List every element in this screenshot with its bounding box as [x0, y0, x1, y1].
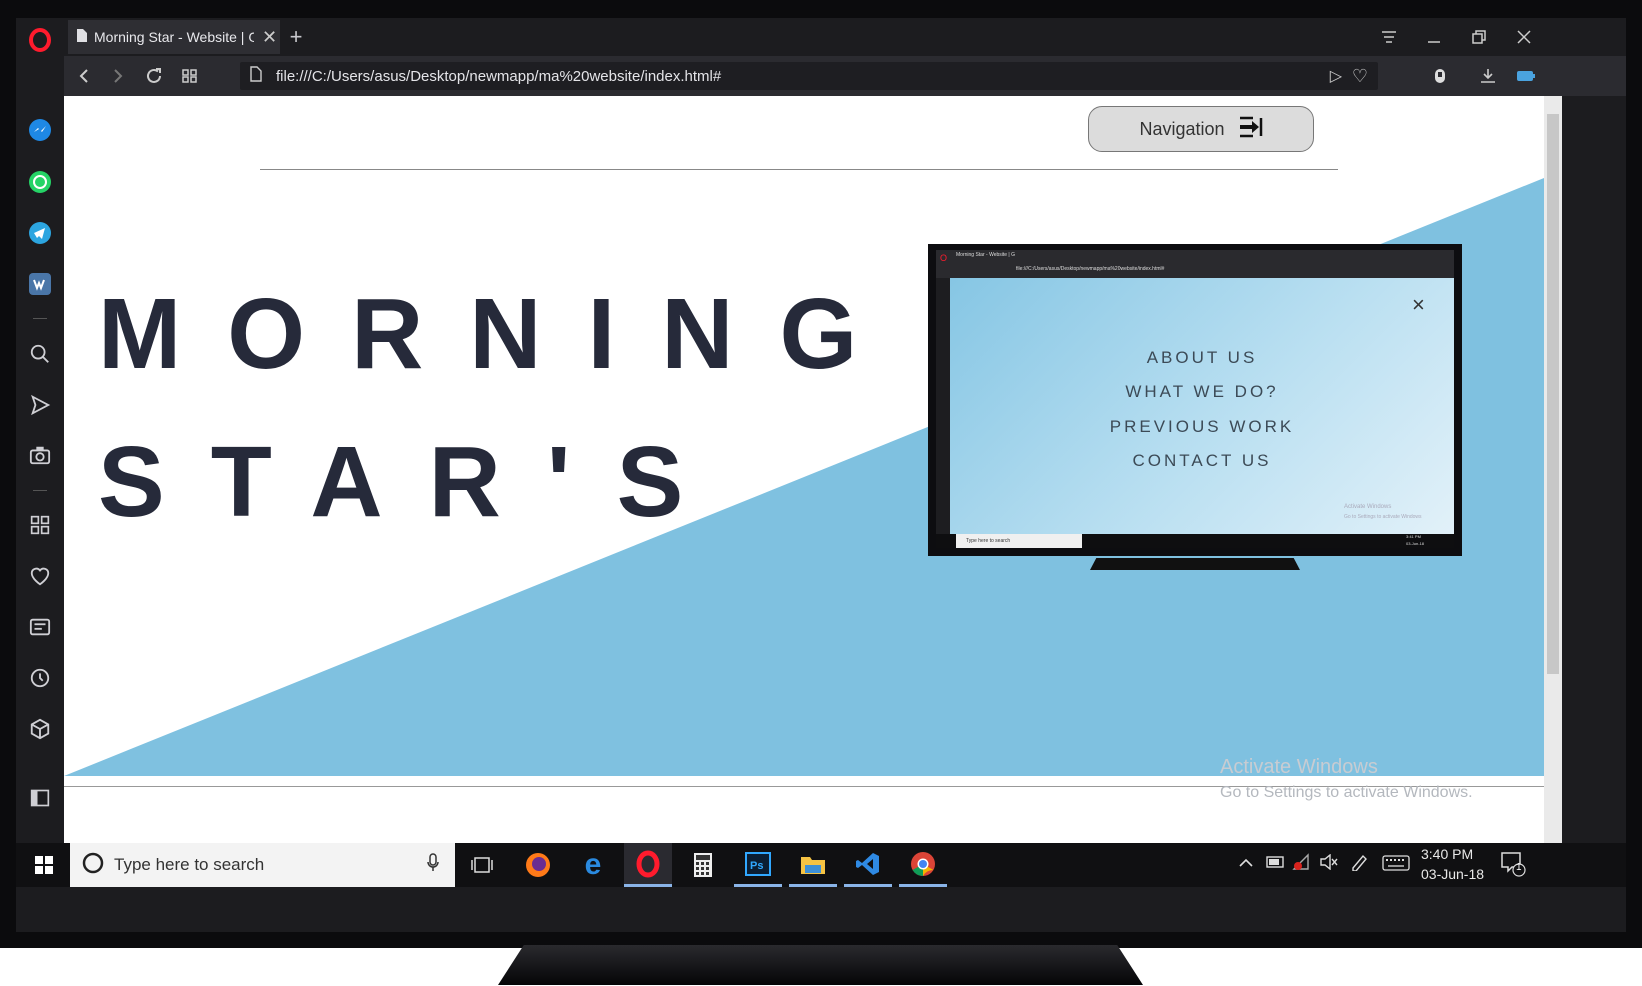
news-icon[interactable] — [28, 615, 52, 639]
clock-time[interactable]: 3:40 PM — [1421, 846, 1473, 862]
tray-chevron-up-icon[interactable] — [1238, 855, 1254, 872]
history-clock-icon[interactable] — [28, 666, 52, 690]
clock-date[interactable]: 03-Jun-18 — [1421, 866, 1484, 882]
monitor-stand — [498, 945, 1143, 985]
preview-monitor: O Morning Star - Website | G file:///C:/… — [928, 244, 1462, 556]
address-bar-row: file:///C:/Users/asus/Desktop/newmapp/ma… — [64, 56, 1626, 96]
sidebar-divider — [33, 318, 47, 319]
photoshop-icon[interactable]: Ps — [734, 843, 782, 887]
tab-title: Morning Star - Website | G — [94, 29, 254, 45]
new-tab-button[interactable]: + — [284, 24, 308, 49]
preview-taskbar: Type here to search 3:41 PM 03-Jun-18 — [936, 534, 1454, 548]
cortana-circle-icon — [82, 852, 104, 879]
battery-saver-icon[interactable] — [1514, 64, 1538, 88]
vk-icon[interactable] — [28, 272, 52, 296]
vpn-badge-icon[interactable] — [1428, 64, 1452, 88]
hero-title-line2: STAR'S — [98, 426, 730, 538]
task-view-icon[interactable] — [458, 843, 506, 887]
restore-icon[interactable] — [1467, 25, 1491, 49]
preview-activate-title: Activate Windows — [1344, 504, 1392, 510]
preview-sidebar — [936, 278, 950, 534]
windows-taskbar: Type here to search e Ps 3:40 PM 03-Jun-… — [16, 843, 1626, 887]
chrome-icon[interactable] — [899, 843, 947, 887]
taskbar-search-box[interactable]: Type here to search — [70, 843, 455, 887]
network-disconnected-icon[interactable] — [1292, 853, 1312, 875]
file-page-icon — [250, 66, 262, 86]
keyboard-icon[interactable] — [1382, 855, 1410, 875]
hero-title-line1: MORNING — [98, 278, 904, 390]
notification-count: 1 — [1516, 862, 1522, 873]
page-icon — [76, 28, 88, 46]
extensions-cube-icon[interactable] — [28, 717, 52, 741]
menu-item-about: ABOUT US — [1146, 348, 1258, 367]
edge-icon[interactable]: e — [569, 843, 617, 887]
tabs-grid-icon[interactable] — [178, 64, 202, 88]
tab-bar: Morning Star - Website | G ✕ + — [64, 18, 1626, 56]
monitor-screen: Morning Star - Website | G ✕ + file:///C… — [16, 18, 1626, 932]
vscode-icon[interactable] — [844, 843, 892, 887]
close-icon: × — [1412, 292, 1425, 317]
preview-monitor-stand — [1090, 558, 1300, 570]
opera-sidebar — [16, 18, 64, 932]
preview-date: 03-Jun-18 — [1406, 541, 1425, 546]
activate-windows-subtitle: Go to Settings to activate Windows. — [1220, 784, 1473, 801]
preview-time: 3:41 PM — [1406, 534, 1421, 539]
preview-tab-title: Morning Star - Website | G — [956, 252, 1016, 258]
close-window-icon[interactable] — [1512, 25, 1536, 49]
preview-search-box: Type here to search — [956, 534, 1082, 548]
tab-close-icon[interactable]: ✕ — [262, 27, 277, 48]
firefox-icon[interactable] — [514, 843, 562, 887]
battery-icon[interactable] — [1266, 855, 1286, 872]
search-placeholder: Type here to search — [114, 855, 265, 874]
header-divider — [260, 169, 1338, 170]
scrollbar-thumb[interactable] — [1547, 114, 1559, 674]
reload-icon[interactable] — [142, 64, 166, 88]
file-explorer-icon[interactable] — [789, 843, 837, 887]
search-icon[interactable] — [28, 342, 52, 366]
send-icon[interactable] — [28, 393, 52, 417]
web-page: Navigation MORNING STAR'S Activate Windo… — [64, 96, 1544, 862]
arrow-right-bar-icon — [1239, 116, 1263, 143]
pen-ink-icon[interactable] — [1350, 853, 1370, 875]
svg-text:Ps: Ps — [750, 860, 763, 872]
camera-icon[interactable] — [28, 443, 52, 467]
navigation-label: Navigation — [1139, 118, 1225, 139]
menu-item-what-we-do: WHAT WE DO? — [1125, 382, 1279, 401]
menu-item-contact: CONTACT US — [1132, 451, 1272, 470]
sidebar-divider — [33, 490, 47, 491]
url-text: file:///C:/Users/asus/Desktop/newmapp/ma… — [276, 67, 722, 85]
forward-icon[interactable] — [106, 64, 130, 88]
heart-icon[interactable] — [28, 564, 52, 588]
preview-screen: O Morning Star - Website | G file:///C:/… — [936, 250, 1454, 548]
calculator-icon[interactable] — [679, 843, 727, 887]
bookmark-heart-icon[interactable]: ♡ — [1352, 66, 1368, 87]
page-scrollbar[interactable] — [1544, 96, 1562, 862]
downloads-icon[interactable] — [1476, 64, 1500, 88]
preview-url: file:///C:/Users/asus/Desktop/newmapp/ma… — [1016, 266, 1165, 272]
microphone-icon[interactable] — [427, 852, 439, 878]
navigation-button[interactable]: Navigation — [1088, 106, 1314, 152]
back-icon[interactable] — [72, 64, 96, 88]
preview-activate-sub: Go to Settings to activate Windows — [1344, 514, 1422, 520]
telegram-icon[interactable] — [28, 221, 52, 245]
preview-opera-icon: O — [940, 253, 948, 263]
preview-menu-overlay: × ABOUT US WHAT WE DO? PREVIOUS WORK CON… — [950, 278, 1454, 534]
active-tab[interactable]: Morning Star - Website | G ✕ — [68, 20, 280, 54]
whatsapp-icon[interactable] — [28, 170, 52, 194]
send-to-flow-icon[interactable]: ▷ — [1330, 66, 1342, 86]
activate-windows-title: Activate Windows — [1220, 756, 1378, 778]
speaker-muted-icon[interactable] — [1320, 853, 1338, 874]
action-center-icon[interactable]: 1 — [1500, 851, 1526, 881]
messenger-icon[interactable] — [28, 118, 52, 142]
minimize-icon[interactable] — [1422, 25, 1446, 49]
preview-browser-chrome: O Morning Star - Website | G file:///C:/… — [936, 250, 1454, 278]
tab-menu-icon[interactable] — [1377, 25, 1401, 49]
menu-item-previous-work: PREVIOUS WORK — [1109, 417, 1295, 436]
sidebar-toggle-icon[interactable] — [28, 786, 52, 810]
opera-taskbar-icon[interactable] — [624, 843, 672, 887]
speed-dial-icon[interactable] — [28, 513, 52, 537]
opera-logo-icon[interactable] — [28, 28, 52, 52]
windows-start-icon[interactable] — [20, 843, 68, 887]
url-field[interactable]: file:///C:/Users/asus/Desktop/newmapp/ma… — [240, 62, 1378, 90]
